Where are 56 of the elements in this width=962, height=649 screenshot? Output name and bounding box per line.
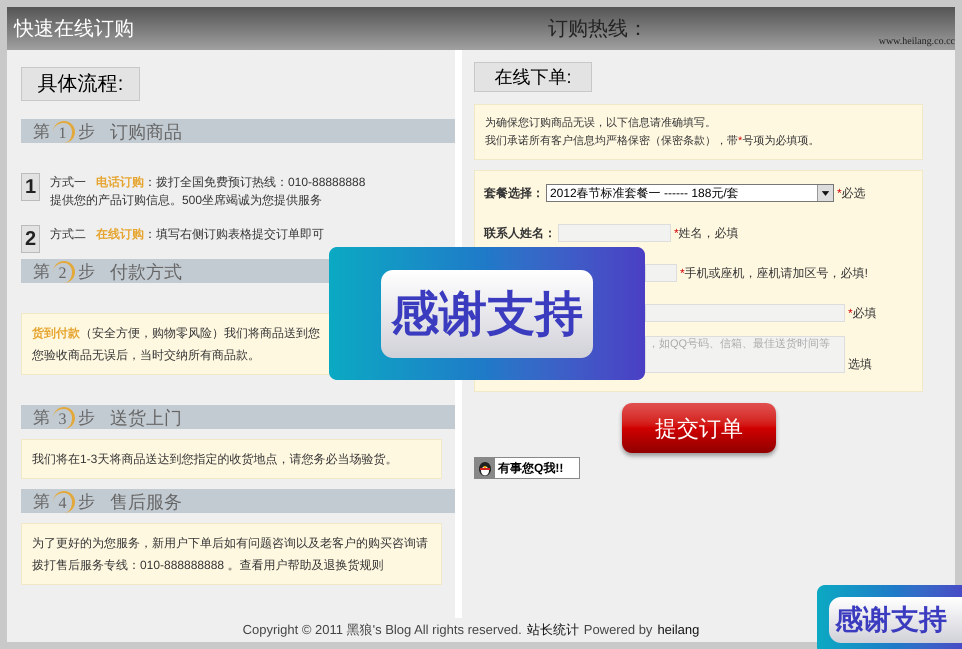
field-label: 套餐选择： bbox=[484, 185, 544, 202]
step-suffix: 步 bbox=[78, 491, 95, 513]
step-prefix: 第 bbox=[33, 121, 50, 143]
method-text: 方式一 电话订购：拨打全国免费预订热线：010-88888888 bbox=[50, 174, 366, 191]
step-suffix: 步 bbox=[78, 261, 95, 283]
page-title: 快速在线订购 bbox=[14, 16, 134, 42]
step-prefix: 第 bbox=[33, 407, 50, 429]
step-badge: 2 bbox=[21, 225, 40, 253]
banner-label: 感谢支持 bbox=[381, 270, 593, 358]
step-suffix: 步 bbox=[78, 121, 95, 143]
notice-text: 拨打售后服务专线：010-888888888 。查看用户帮助及退换货规则 bbox=[32, 557, 384, 574]
package-select[interactable]: 2012春节标准套餐一 ------ 188元/套 bbox=[546, 184, 834, 202]
notice-text: 为确保您订购商品无误，以下信息请准确填写。 bbox=[485, 116, 717, 131]
method-text: 提供您的产品订购信息。500坐席竭诚为您提供服务 bbox=[50, 192, 324, 209]
field-hint: *手机或座机，座机请加区号，必填! bbox=[680, 265, 868, 282]
step-number: 3 bbox=[53, 407, 75, 429]
step-title: 售后服务 bbox=[110, 491, 182, 513]
hotline-label: 订购热线： bbox=[548, 16, 648, 42]
banner-label: 感谢支持 bbox=[829, 597, 962, 643]
powered-by-text: Powered by bbox=[584, 621, 652, 640]
field-label: 联系人姓名： bbox=[484, 225, 556, 242]
field-hint: *必填 bbox=[848, 305, 877, 322]
step-prefix: 第 bbox=[33, 261, 50, 283]
input-field[interactable] bbox=[645, 264, 677, 282]
section-heading: 在线下单: bbox=[474, 62, 592, 92]
notice-text: 我们承诺所有客户信息均严格保密（保密条款），带*号项为必填项。 bbox=[485, 134, 820, 149]
copyright-text: Copyright © 2011 黑狼's Blog All rights reserved. bbox=[242, 621, 522, 640]
qq-contact-button[interactable]: 有事您Q我!! bbox=[474, 457, 580, 479]
notice-text: 为了更好的为您服务，新用户下单后如有问题咨询以及老客户的购买咨询请 bbox=[32, 535, 429, 552]
notice-text: 您验收商品无误后，当时交纳所有商品款。 bbox=[32, 347, 261, 364]
submit-button[interactable]: 提交订单 bbox=[622, 403, 776, 453]
input-field[interactable] bbox=[645, 304, 845, 322]
notice-text: 我们将在1-3天将商品送达到您指定的收货地点，请您务必当场验货。 bbox=[32, 451, 398, 468]
site-url: www.heilang.co.cc bbox=[878, 35, 955, 49]
penguin-icon bbox=[475, 458, 495, 478]
author-link[interactable]: heilang bbox=[657, 620, 700, 640]
section-heading: 具体流程: bbox=[21, 67, 140, 101]
popup-banner[interactable]: 感谢支持 bbox=[329, 247, 645, 380]
step-badge: 1 bbox=[21, 173, 40, 201]
step-title: 订购商品 bbox=[110, 121, 182, 143]
popup-banner[interactable]: 感谢支持 bbox=[817, 585, 962, 649]
input-field[interactable] bbox=[558, 224, 671, 242]
step-prefix: 第 bbox=[33, 491, 50, 513]
field-hint: 选填 bbox=[848, 356, 872, 373]
field-hint: *必选 bbox=[837, 185, 866, 202]
step-number: 1 bbox=[53, 121, 75, 143]
method-text: 方式二 在线订购：填写右侧订购表格提交订单即可 bbox=[50, 226, 324, 243]
step-title: 送货上门 bbox=[110, 407, 182, 429]
step-suffix: 步 bbox=[78, 407, 95, 429]
step-number: 4 bbox=[53, 491, 75, 513]
notice-text: 货到付款（安全方便，购物零风险）我们将商品送到您 bbox=[32, 325, 321, 342]
field-hint: *姓名，必填 bbox=[674, 225, 739, 242]
step-number: 2 bbox=[53, 261, 75, 283]
stats-link[interactable]: 站长统计 bbox=[526, 620, 579, 640]
notes-field[interactable]: ，如QQ号码、信箱、最佳送货时间等 bbox=[645, 336, 845, 373]
step-title: 付款方式 bbox=[110, 261, 182, 283]
